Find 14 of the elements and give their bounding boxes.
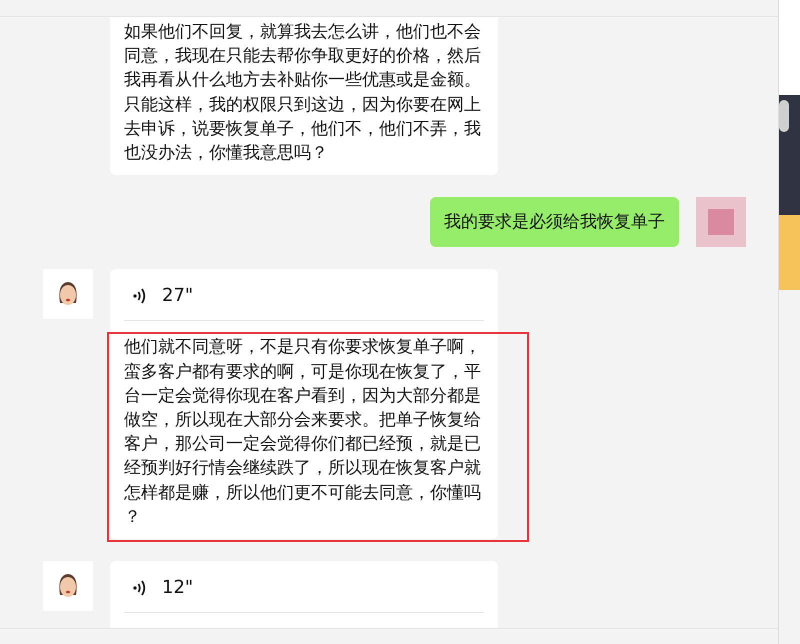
voice-duration: 27" xyxy=(162,284,194,308)
avatar-icon[interactable] xyxy=(43,561,93,612)
message-bubble[interactable]: 我的要求是必须给我恢复单子 xyxy=(430,197,679,248)
avatar-icon[interactable] xyxy=(43,269,93,320)
voice-icon[interactable] xyxy=(132,286,148,306)
message-text: 如果他们不回复，就算我去怎么讲，他们也不会同意，我现在只能去帮你争取更好的价格，然后我再看从什么地方去补贴你一些优惠或是金额。只能这样，我的权限只到这边，因为你要在网上去申诉，说要恢复单子，他们不，他们不弄，我也没办法，你懂我意思吗？ xyxy=(124,21,482,166)
voice-duration: 12" xyxy=(162,576,194,600)
scrollbar-thumb[interactable] xyxy=(779,100,789,132)
message-bubble[interactable]: 如果他们不回复，就算我去怎么讲，他们也不会同意，我现在只能去帮你争取更好的价格，然后我再看从什么地方去补贴你一些优惠或是金额。只能这样，我的权限只到这边，因为你要在网上去申诉，说要恢复单子，他们不，他们不弄，我也没办法，你懂我意思吗？ xyxy=(110,17,498,176)
transcript-text: 他们就不同意呀，不是只有你要求恢复单子啊，蛮多客户都有要求的啊，可是你现在恢复了，平台一定会觉得你现在客户看到，因为大部分都是做空，所以现在大部分会来要求。把单子恢复给客户，那公司一定会觉得你们都已经预，就是已经预判好行情会继续跌了，所以现在恢复客户就怎样都是赚，所以他们更不可能去同意，你懂吗？ xyxy=(124,336,482,529)
message-text: 我的要求是必须给我恢复单子 xyxy=(444,211,665,234)
voice-message-bubble[interactable]: 27" 他们就不同意呀，不是只有你要求恢复单子啊，蛮多客户都有要求的啊，可是你现在恢复了，平台一定会觉得你现在客户看到，因为大部分都是做空，所以现在大部分会来要求。把单子恢复给客户，那公司一定会觉得你们都已经预，就是已经预判好行情会继续跌了，所以现在恢复客户就怎样都是赚，所以他们更不可能去同意，你懂吗？ xyxy=(110,269,498,540)
voice-message-bubble[interactable]: 12" xyxy=(110,561,498,628)
voice-icon[interactable] xyxy=(132,578,148,598)
